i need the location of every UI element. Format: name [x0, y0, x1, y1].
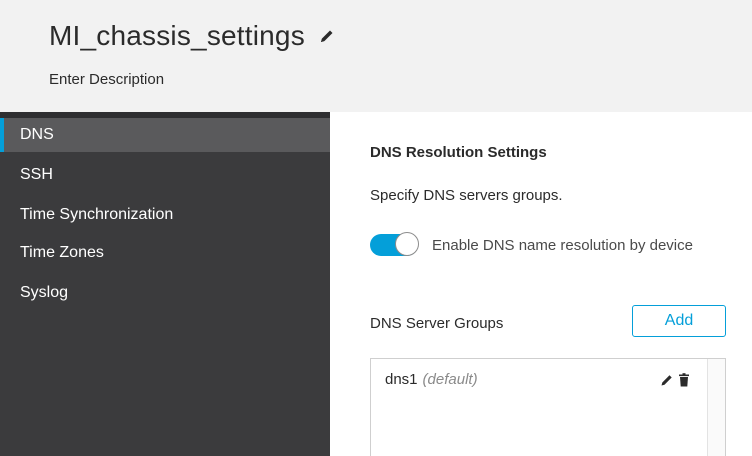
page-header: MI_chassis_settings Enter Description: [0, 0, 752, 112]
section-title: DNS Resolution Settings: [370, 144, 547, 161]
group-name: dns1: [385, 370, 418, 388]
row-actions: [660, 372, 691, 388]
sidebar-item-time-synchronization[interactable]: Time Synchronization: [0, 198, 330, 232]
page-title: MI_chassis_settings: [49, 20, 305, 51]
pencil-icon[interactable]: [660, 372, 674, 388]
trash-icon[interactable]: [677, 372, 691, 388]
dns-resolution-toggle-row: Enable DNS name resolution by device: [370, 232, 693, 256]
sidebar-item-label: DNS: [20, 126, 54, 143]
default-tag: (default): [422, 370, 478, 388]
dns-resolution-toggle[interactable]: [370, 232, 419, 256]
sidebar-item-time-zones[interactable]: Time Zones: [0, 236, 330, 270]
list-item[interactable]: dns1 (default): [371, 359, 707, 399]
sidebar-item-label: Syslog: [20, 284, 69, 301]
sidebar-item-label: SSH: [20, 166, 53, 183]
sidebar-item-label: Time Synchronization: [20, 206, 174, 223]
sidebar-item-syslog[interactable]: Syslog: [0, 276, 330, 310]
toggle-knob: [395, 232, 419, 256]
page: MI_chassis_settings Enter Description DN…: [0, 0, 752, 456]
add-dns-group-button[interactable]: Add: [632, 305, 726, 337]
dns-server-groups-label: DNS Server Groups: [370, 315, 504, 332]
list-scrollbar[interactable]: [707, 359, 725, 456]
sidebar-item-ssh[interactable]: SSH: [0, 158, 330, 192]
toggle-label: Enable DNS name resolution by device: [432, 236, 693, 254]
pencil-icon[interactable]: [319, 28, 335, 44]
section-description: Specify DNS servers groups.: [370, 187, 563, 204]
sidebar-item-dns[interactable]: DNS: [0, 118, 330, 152]
sidebar-item-label: Time Zones: [20, 244, 104, 261]
main-content: DNS Resolution Settings Specify DNS serv…: [330, 112, 752, 456]
title-row: MI_chassis_settings: [49, 20, 335, 52]
dns-server-group-list: dns1 (default): [370, 358, 726, 456]
settings-sidebar: DNS SSH Time Synchronization Time Zones …: [0, 112, 330, 456]
description-field[interactable]: Enter Description: [49, 71, 164, 88]
